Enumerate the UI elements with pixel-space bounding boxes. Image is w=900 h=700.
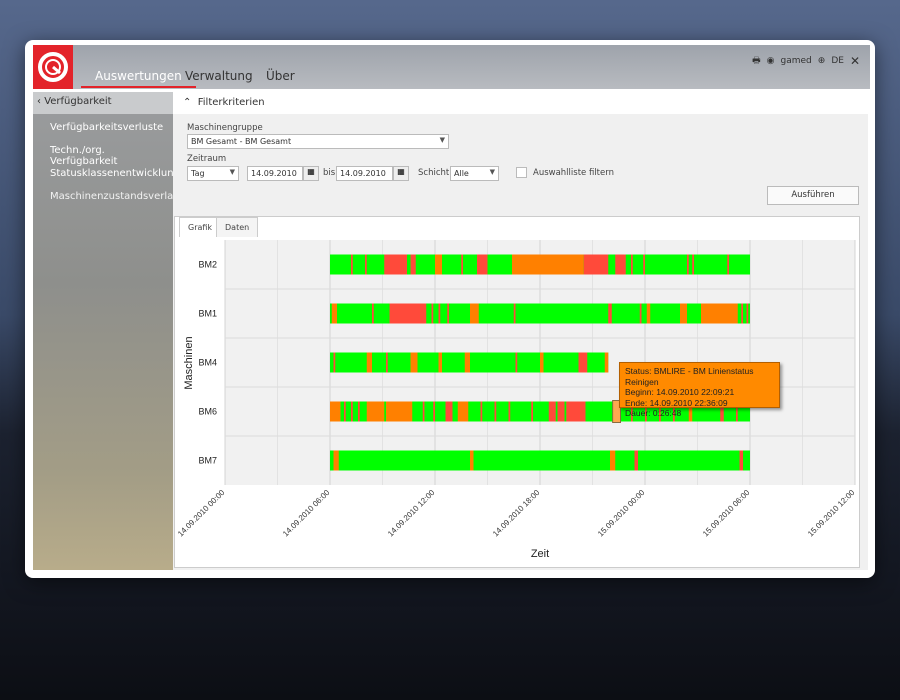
bar-segment-stop <box>578 352 588 373</box>
bar-segment-stop <box>351 401 353 422</box>
bar-segment-stop <box>372 303 374 324</box>
x-tick-label: 14.09.2010 06:00 <box>281 488 332 539</box>
bar-segment-stop <box>389 303 427 324</box>
bar-segment-stop <box>384 254 407 275</box>
bar-segment-stop <box>557 401 565 422</box>
bar-segment-clean <box>464 352 470 373</box>
bar-segment-stop <box>727 254 729 275</box>
machine-label: BM1 <box>198 309 217 319</box>
machine-label: BM6 <box>198 407 217 417</box>
bar-segment-stop <box>741 303 743 324</box>
bar-segment-stop <box>431 303 434 324</box>
bar-segment-stop <box>634 450 638 471</box>
bar-segment-clean <box>366 401 385 422</box>
bar-segment-clean <box>470 303 479 324</box>
bar-segment-clean <box>386 401 413 422</box>
machine-label: BM2 <box>198 260 217 270</box>
bar-segment-stop <box>513 303 516 324</box>
bar-segment-stop <box>480 401 483 422</box>
machine-label: BM4 <box>198 358 217 368</box>
x-tick-label: 15.09.2010 00:00 <box>596 488 647 539</box>
x-tick-label: 14.09.2010 00:00 <box>176 488 227 539</box>
bar-segment-stop <box>333 352 336 373</box>
bar-segment-clean <box>604 352 609 373</box>
x-tick-label: 14.09.2010 18:00 <box>491 488 542 539</box>
bar-segment-stop <box>583 254 609 275</box>
bar-segment-stop <box>615 254 626 275</box>
bar-segment-stop <box>548 401 556 422</box>
bar-segment-clean <box>438 352 442 373</box>
gantt-chart: BM2 BM1 BM4 BM6 BM7 14.09.2010 00:00 14.09.201… <box>176 240 857 560</box>
bar-segment-stop <box>358 401 360 422</box>
bar-segment-stop <box>410 254 416 275</box>
bar-segment-stop <box>566 401 586 422</box>
x-tick-label: 15.09.2010 12:00 <box>806 488 857 539</box>
bar-segment-clean <box>410 352 418 373</box>
bar-segment-stop <box>631 254 633 275</box>
bar-segment-stop <box>438 303 441 324</box>
machine-label: BM7 <box>198 456 217 466</box>
x-axis-label: Zeit <box>531 548 549 560</box>
status-tooltip: Status: BMLIRE - BM Linienstatus Reinige… <box>619 362 780 418</box>
bar-segment-clean <box>435 254 442 275</box>
bar-segment-stop <box>639 303 642 324</box>
bar-segment-stop <box>461 254 463 275</box>
bar-run <box>330 450 750 471</box>
bar-segment-stop <box>445 401 453 422</box>
bar-segment-clean <box>610 450 616 471</box>
bar-segment-clean <box>540 352 544 373</box>
bar-segment-clean <box>457 401 469 422</box>
bar-segment-clean <box>366 352 372 373</box>
bar-segment-clean <box>522 254 584 275</box>
bar-segment-stop <box>351 254 353 275</box>
bar-segment-stop <box>692 254 694 275</box>
bar-segment-clean <box>333 450 339 471</box>
bar-segment-clean <box>330 401 341 422</box>
bar-segment-clean <box>680 303 687 324</box>
bar-segment-stop <box>433 401 435 422</box>
bar-segment-stop <box>494 401 497 422</box>
bar-segment-stop <box>508 401 511 422</box>
bar-segment-stop <box>447 303 449 324</box>
bar-segment-stop <box>477 254 488 275</box>
bar-segment-clean <box>646 303 651 324</box>
bar-segment-stop <box>386 352 388 373</box>
bar-segment-stop <box>687 254 689 275</box>
bar-segment-stop <box>422 401 425 422</box>
bar-segment-clean <box>331 303 337 324</box>
bar-segment-clean <box>512 254 523 275</box>
bar-segment-stop <box>365 254 367 275</box>
x-tick-label: 14.09.2010 12:00 <box>386 488 437 539</box>
x-tick-label: 15.09.2010 06:00 <box>701 488 752 539</box>
bar-segment-stop <box>608 303 612 324</box>
bar-segment-clean <box>470 450 474 471</box>
bar-segment-stop <box>643 254 645 275</box>
bar-segment-stop <box>515 352 518 373</box>
bar-segment-stop <box>531 401 533 422</box>
bar-segment-stop <box>746 303 749 324</box>
bar-segment-stop <box>739 450 743 471</box>
bar-segment-clean <box>701 303 738 324</box>
bar-segment-stop <box>344 401 346 422</box>
y-axis-label: Maschinen <box>183 336 195 389</box>
